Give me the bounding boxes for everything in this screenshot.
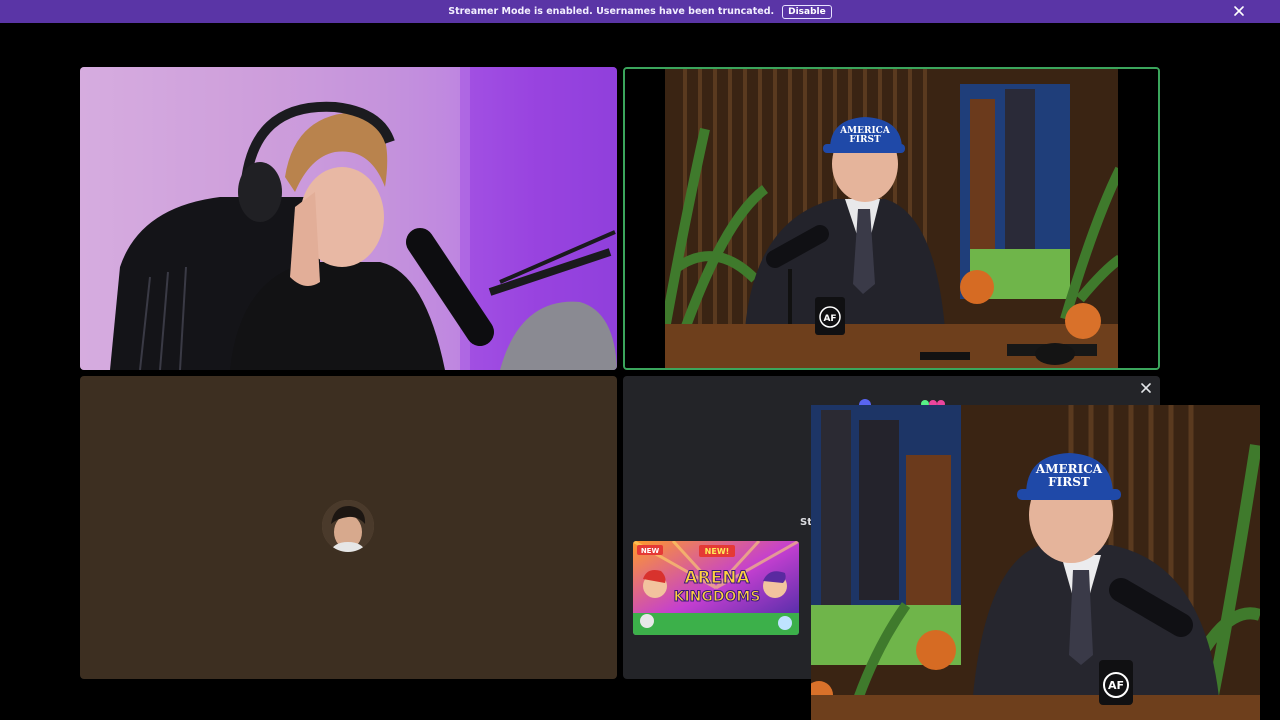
ad-new-title: NEW! [705, 547, 730, 556]
webcam-feed-1 [80, 67, 617, 370]
disable-streamer-mode-button[interactable]: Disable [782, 4, 832, 19]
video-tile-1[interactable] [80, 67, 617, 370]
banner-message: Streamer Mode is enabled. Usernames have… [448, 6, 775, 17]
cap-text-line-2: FIRST [849, 135, 881, 145]
webcam-feed-2: AMERICA FIRST AF [625, 69, 1158, 368]
ad-new-badge: NEW [641, 547, 660, 555]
picture-in-picture-stream[interactable]: AMERICA FIRST AF [811, 405, 1260, 720]
pip-cap-text-line-1: AMERICA [1035, 462, 1103, 476]
mug-logo-text: AF [823, 314, 836, 324]
video-tile-2[interactable]: AMERICA FIRST AF [623, 67, 1160, 370]
ad-title-line-2: KINGDOMS [674, 589, 761, 605]
pip-video-feed: AMERICA FIRST AF [811, 405, 1260, 720]
ad-title-line-1: ARENA [684, 568, 750, 588]
close-icon[interactable] [1232, 4, 1246, 18]
close-icon[interactable] [1139, 381, 1153, 395]
streamer-mode-banner: Streamer Mode is enabled. Usernames have… [0, 0, 1280, 23]
pip-cap-text-line-2: FIRST [1048, 475, 1090, 489]
pip-mug-logo-text: AF [1108, 679, 1124, 692]
game-ad-banner[interactable]: NEW NEW! ARENA KINGDOMS [633, 541, 799, 635]
participant-avatar [322, 500, 374, 552]
